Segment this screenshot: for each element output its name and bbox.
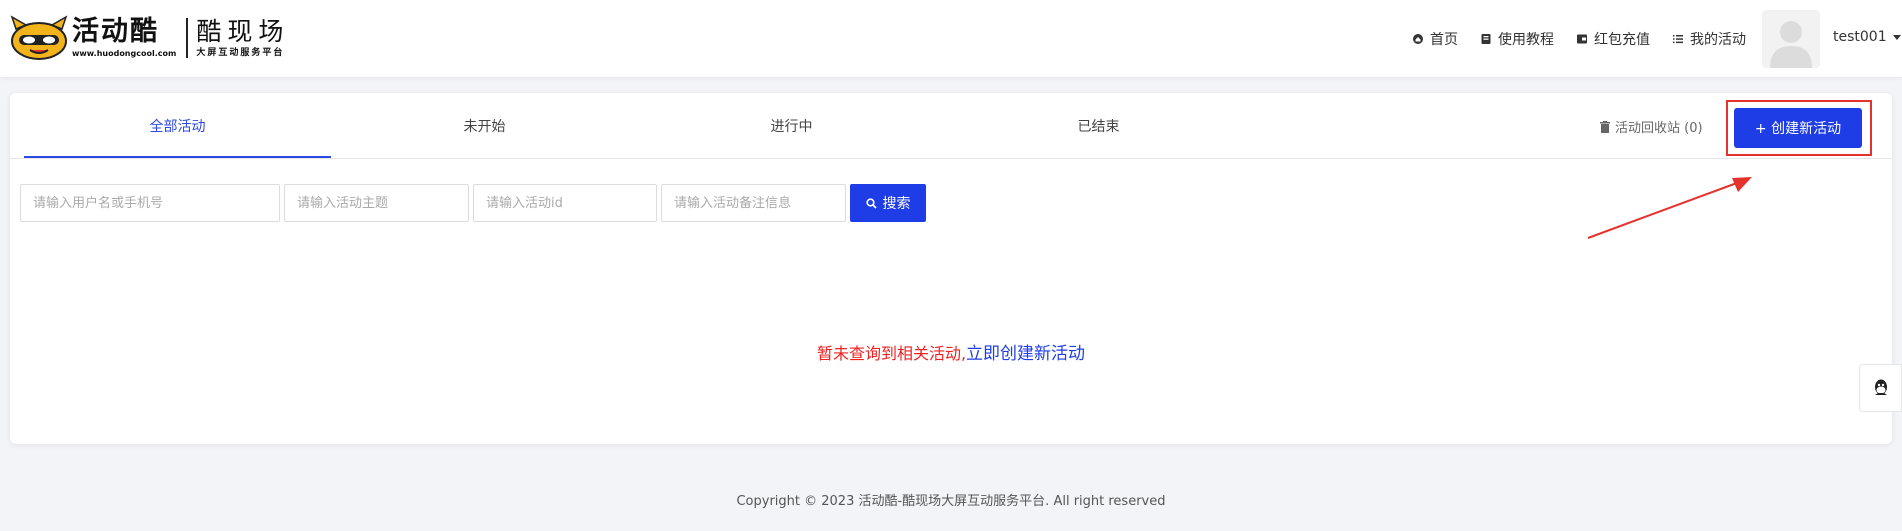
mascot-logo-icon: [10, 15, 68, 61]
tab-in-progress[interactable]: 进行中: [638, 93, 945, 159]
search-label: 搜索: [882, 196, 911, 212]
username: test001: [1833, 29, 1887, 45]
nav-item-my-activities[interactable]: 我的活动: [1672, 29, 1746, 49]
brand-url: www.huodongcool.com: [72, 49, 177, 58]
list-icon: [1673, 35, 1683, 44]
tabs-divider: [10, 158, 1892, 159]
book-icon: [1481, 34, 1491, 44]
nav-label: 首页: [1430, 32, 1458, 48]
nav-item-recharge[interactable]: 红包充值: [1576, 29, 1650, 49]
brand-sub-name: 酷现场: [196, 17, 290, 46]
brand-slogan: 大屏互动服务平台: [196, 48, 285, 58]
theme-input[interactable]: [284, 184, 469, 222]
user-menu[interactable]: test001: [1833, 29, 1901, 45]
search-icon: [865, 197, 877, 209]
red-arrow-icon: [1587, 177, 1752, 239]
nav-label: 使用教程: [1498, 32, 1554, 48]
brand-logo[interactable]: 活动酷 www.huodongcool.com 酷现场 大屏互动服务平台: [10, 15, 289, 61]
top-header: 活动酷 www.huodongcool.com 酷现场 大屏互动服务平台 首页 …: [0, 0, 1902, 77]
nav-label: 我的活动: [1690, 32, 1746, 48]
trash-icon: [1600, 120, 1610, 133]
nav-item-home[interactable]: 首页: [1412, 29, 1458, 49]
chevron-down-icon: [1892, 34, 1901, 40]
create-activity-link[interactable]: 立即创建新活动: [966, 344, 1085, 364]
tab-all[interactable]: 全部活动: [24, 93, 331, 159]
wallet-icon: [1577, 34, 1587, 44]
footer-copyright: Copyright © 2023 活动酷-酷现场大屏互动服务平台. All ri…: [736, 494, 1166, 509]
status-tabs: 全部活动 未开始 进行中 已结束: [24, 93, 1252, 159]
empty-state: 暂未查询到相关活动,立即创建新活动: [10, 339, 1892, 364]
recycle-bin-label: 活动回收站 (0): [1615, 121, 1703, 136]
note-input[interactable]: [661, 184, 846, 222]
tab-not-started[interactable]: 未开始: [331, 93, 638, 159]
empty-message: 暂未查询到相关活动,: [816, 344, 967, 363]
qq-support-button[interactable]: [1859, 364, 1902, 412]
create-activity-button[interactable]: + 创建新活动: [1734, 108, 1862, 148]
tab-ended[interactable]: 已结束: [945, 93, 1252, 159]
activity-id-input[interactable]: [473, 184, 657, 222]
search-button[interactable]: 搜索: [850, 184, 926, 222]
logo-divider: [186, 18, 189, 58]
avatar[interactable]: [1762, 10, 1820, 68]
nav-label: 红包充值: [1594, 32, 1650, 48]
username-input[interactable]: [20, 184, 280, 222]
qq-icon: [1874, 379, 1887, 395]
home-icon: [1413, 34, 1423, 44]
top-nav: 首页 使用教程 红包充值 我的活动: [1412, 29, 1746, 49]
recycle-bin-link[interactable]: 活动回收站 (0): [1600, 117, 1703, 136]
filter-bar: 搜索: [20, 184, 926, 222]
activity-panel: 全部活动 未开始 进行中 已结束 活动回收站 (0) + 创建新活动 搜索 暂未…: [10, 93, 1892, 444]
nav-item-tutorial[interactable]: 使用教程: [1480, 29, 1554, 49]
brand-name: 活动酷: [72, 16, 159, 47]
